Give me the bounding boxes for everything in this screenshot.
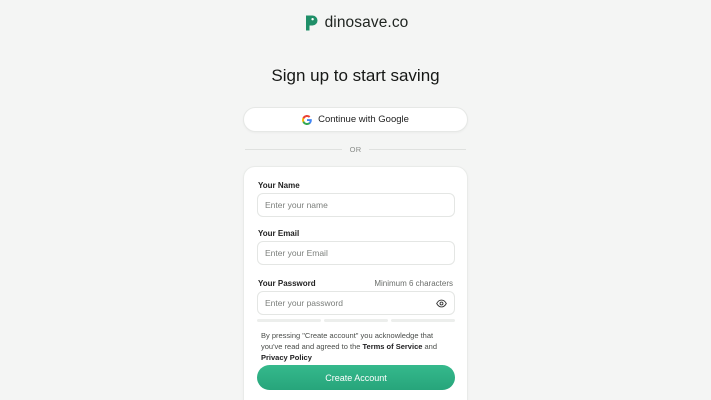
privacy-policy-link[interactable]: Privacy Policy xyxy=(261,353,312,362)
or-text: OR xyxy=(349,144,362,154)
password-field[interactable] xyxy=(257,291,455,315)
strength-segment xyxy=(391,319,455,322)
email-label: Your Email xyxy=(258,229,300,238)
page-title: Sign up to start saving xyxy=(271,66,440,85)
strength-segment xyxy=(324,319,388,322)
password-label: Your Password xyxy=(258,279,316,288)
name-input[interactable] xyxy=(265,200,447,210)
name-field[interactable] xyxy=(257,193,455,217)
strength-segment xyxy=(257,319,321,322)
email-field[interactable] xyxy=(257,241,455,265)
create-account-label: Create Account xyxy=(325,372,387,383)
divider-line-left xyxy=(245,148,342,150)
legal-and: and xyxy=(422,342,438,351)
password-strength-bar xyxy=(257,319,455,322)
terms-of-service-link[interactable]: Terms of Service xyxy=(363,342,423,351)
password-input[interactable] xyxy=(265,298,436,308)
divider-line-right xyxy=(369,148,467,150)
brand-name: dinosave.co xyxy=(324,14,409,31)
google-button-label: Continue with Google xyxy=(318,114,409,125)
legal-notice: By pressing "Create account" you acknowl… xyxy=(261,330,455,363)
google-icon xyxy=(302,114,312,125)
password-hint: Minimum 6 characters xyxy=(374,279,453,288)
signup-page: dinosave.co Sign up to start saving Cont… xyxy=(0,0,711,400)
signup-form-card: Your Name Your Email Your Password Minim… xyxy=(243,166,468,400)
name-label: Your Name xyxy=(258,181,300,190)
dinosave-logo-icon xyxy=(305,15,318,31)
or-divider: OR xyxy=(245,144,467,154)
brand-header[interactable]: dinosave.co xyxy=(0,14,711,32)
email-input[interactable] xyxy=(265,248,447,258)
continue-with-google-button[interactable]: Continue with Google xyxy=(243,107,468,132)
create-account-button[interactable]: Create Account xyxy=(257,365,455,390)
eye-icon[interactable] xyxy=(436,298,447,309)
